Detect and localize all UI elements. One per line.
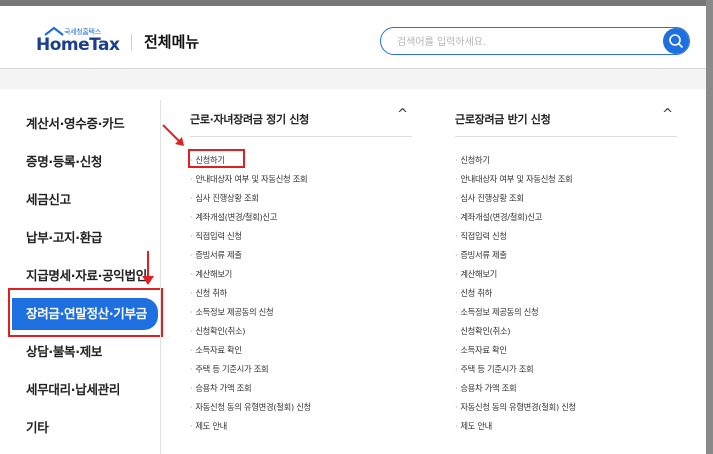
column-header[interactable]: 근로·자녀장려금 정기 신청 ^ <box>190 107 412 137</box>
search-box <box>380 27 690 55</box>
menu-item-confirm-cancel[interactable]: · 신청확인(취소) <box>190 322 412 341</box>
column-title: 근로·자녀장려금 정기 신청 <box>190 113 309 126</box>
hometax-logo[interactable]: 국세청홈택스 HomeTax <box>36 26 126 55</box>
menu-item-calculator[interactable]: · 계산해보기 <box>455 265 677 284</box>
menu-item-confirm-cancel[interactable]: · 신청확인(취소) <box>455 322 677 341</box>
menu-list: · 신청하기 · 안내대상자 여부 및 자동신청 조회 · 심사 진행상황 조회 · 계… <box>190 151 412 436</box>
menu-top-band <box>0 69 706 89</box>
apply-highlight-box <box>188 149 245 168</box>
menu-item-consent[interactable]: · 소득정보 제공동의 신청 <box>190 303 412 322</box>
menu-item-account[interactable]: · 계좌개설(변경/철회)신고 <box>190 208 412 227</box>
search-icon <box>669 34 683 48</box>
menu-item-house-price[interactable]: · 주택 등 기준시가 조회 <box>455 360 677 379</box>
menu-item-direct-input[interactable]: · 직접입력 신청 <box>190 227 412 246</box>
collapse-chevron-icon[interactable]: ^ <box>662 107 673 122</box>
search-button[interactable] <box>663 28 689 54</box>
sidebar-item-etc[interactable]: 기타 <box>12 412 158 444</box>
menu-item-income-data[interactable]: · 소득자료 확인 <box>190 341 412 360</box>
sidebar-item-tax-agent[interactable]: 세무대리·납세관리 <box>12 374 158 406</box>
sidebar-item-consultation[interactable]: 상담·불복·제보 <box>12 336 158 368</box>
menu-item-withdraw[interactable]: · 신청 취하 <box>190 284 412 303</box>
menu-item-calculator[interactable]: · 계산해보기 <box>190 265 412 284</box>
menu-item-apply[interactable]: · 신청하기 <box>455 151 677 170</box>
collapse-chevron-icon[interactable]: ^ <box>397 107 408 122</box>
search-input[interactable] <box>395 33 639 51</box>
annotation-arrow-icon <box>162 124 184 146</box>
logo-text: HomeTax <box>36 35 120 55</box>
menu-item-review-status[interactable]: · 심사 진행상황 조회 <box>190 189 412 208</box>
menu-item-car-value[interactable]: · 승용차 가액 조회 <box>190 379 412 398</box>
menu-item-house-price[interactable]: · 주택 등 기준시가 조회 <box>190 360 412 379</box>
menu-item-account[interactable]: · 계좌개설(변경/철회)신고 <box>455 208 677 227</box>
annotation-down-arrow-icon <box>142 251 154 285</box>
sidebar-item-invoice[interactable]: 계산서·영수증·카드 <box>12 108 158 140</box>
sidebar-divider <box>160 100 161 454</box>
menu-item-withdraw[interactable]: · 신청 취하 <box>455 284 677 303</box>
window-frame-right <box>706 0 713 454</box>
sidebar-item-payment[interactable]: 납부·고지·환급 <box>12 222 158 254</box>
active-item-highlight-box <box>8 288 163 337</box>
menu-item-car-value[interactable]: · 승용차 가액 조회 <box>455 379 677 398</box>
menu-item-eligibility[interactable]: · 안내대상자 여부 및 자동신청 조회 <box>190 170 412 189</box>
menu-item-guide[interactable]: · 제도 안내 <box>190 417 412 436</box>
menu-item-auto-consent[interactable]: · 자동신청 동의 유형변경(철회) 신청 <box>455 398 677 417</box>
sidebar-item-certificate[interactable]: 증명·등록·신청 <box>12 146 158 178</box>
page-title: 전체메뉴 <box>144 33 200 51</box>
menu-item-income-data[interactable]: · 소득자료 확인 <box>455 341 677 360</box>
menu-item-guide[interactable]: · 제도 안내 <box>455 417 677 436</box>
menu-item-auto-consent[interactable]: · 자동신청 동의 유형변경(철회) 신청 <box>190 398 412 417</box>
menu-item-review-status[interactable]: · 심사 진행상황 조회 <box>455 189 677 208</box>
sidebar-item-tax-filing[interactable]: 세금신고 <box>12 184 158 216</box>
menu-item-documents[interactable]: · 증빙서류 제출 <box>190 246 412 265</box>
header-divider <box>131 34 132 50</box>
menu-item-documents[interactable]: · 증빙서류 제출 <box>455 246 677 265</box>
menu-item-eligibility[interactable]: · 안내대상자 여부 및 자동신청 조회 <box>455 170 677 189</box>
menu-item-direct-input[interactable]: · 직접입력 신청 <box>455 227 677 246</box>
menu-list: · 신청하기 · 안내대상자 여부 및 자동신청 조회 · 심사 진행상황 조회 · 계… <box>455 151 677 436</box>
header: 국세청홈택스 HomeTax 전체메뉴 <box>0 6 706 69</box>
column-title: 근로장려금 반기 신청 <box>455 113 551 126</box>
menu-item-consent[interactable]: · 소득정보 제공동의 신청 <box>455 303 677 322</box>
column-header[interactable]: 근로장려금 반기 신청 ^ <box>455 107 677 137</box>
